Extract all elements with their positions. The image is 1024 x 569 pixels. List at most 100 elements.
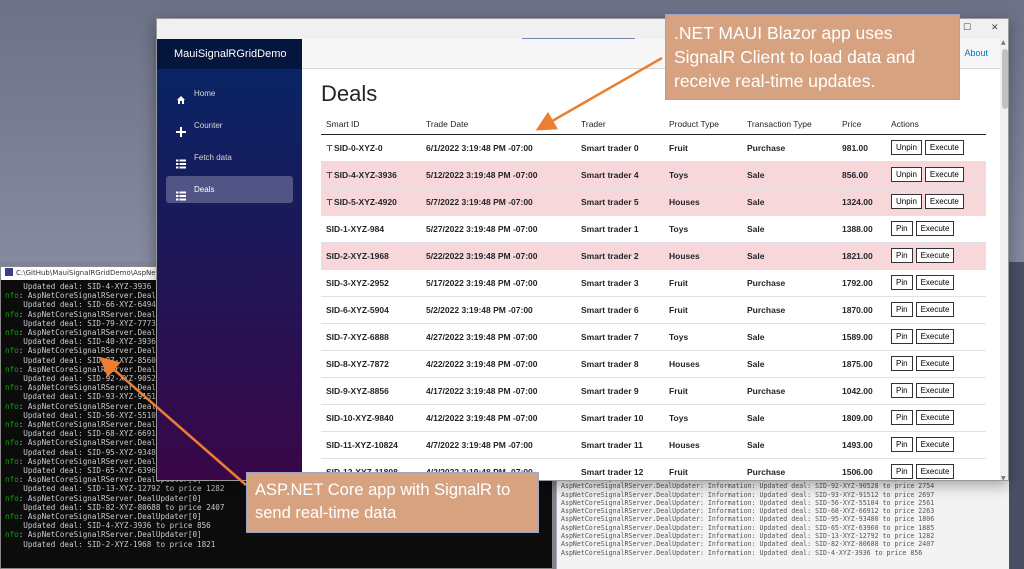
nav-item-counter[interactable]: Counter [166,112,293,139]
log-text: : AspNetCoreSignalRServer.DealUpdater[0] [18,530,202,540]
execute-button[interactable]: Execute [924,140,964,155]
cell-transaction-type: Purchase [742,133,837,161]
pin-button[interactable]: Pin [891,464,913,480]
execute-button[interactable]: Execute [915,302,955,317]
vertical-scrollbar[interactable]: ▲ ▼ [1000,39,1008,480]
cell-trader: Smart trader 2 [576,241,664,269]
execute-button[interactable]: Execute [915,329,955,344]
cell-price: 1324.00 [837,187,886,215]
log-text: : AspNetCoreSignalRServer.DealUpdater[0] [18,512,202,522]
nav-item-deals[interactable]: Deals [166,176,293,203]
column-header: Transaction Type [742,114,837,135]
cell-trader: Smart trader 10 [576,403,664,431]
nav-item-home[interactable]: Home [166,80,293,107]
execute-button[interactable]: Execute [915,383,955,398]
app-brand[interactable]: MauiSignalRGridDemo [157,39,302,69]
execute-button[interactable]: Execute [924,194,964,209]
table-row: SID-2-XYZ-1968 5/22/2022 3:19:48 PM -07:0… [321,241,986,269]
cell-price: 1821.00 [837,241,886,269]
column-header: Trader [576,114,664,135]
maximize-icon[interactable]: ☐ [963,22,971,34]
execute-button[interactable]: Execute [915,410,955,425]
scrollbar-thumb[interactable] [1002,49,1008,109]
pin-button[interactable]: Pin [891,437,913,452]
column-header: Smart ID [321,114,421,135]
table-row: SID-11-XYZ-10824 4/7/2022 3:19:48 PM -07:… [321,430,986,458]
cell-transaction-type: Sale [742,349,837,377]
log-text: : AspNetCoreSignalRServer.DealUpdater[0] [18,493,202,503]
log-level: nfo [5,438,19,448]
console-window-secondary[interactable]: AspNetCoreSignalRServer.DealUpdater: Inf… [556,474,1009,569]
scroll-down-icon[interactable]: ▼ [1001,475,1006,480]
table-row: SID-3-XYZ-2952 5/17/2022 3:19:48 PM -07:0… [321,268,986,296]
log-level: nfo [5,456,19,466]
pin-button[interactable]: Pin [891,410,913,425]
log-text: : AspNetCoreSignalRServer.DealU [18,383,161,393]
cell-transaction-type: Purchase [742,376,837,404]
log-text: Updated deal: SID-2-XYZ-1968 to price 18… [5,539,216,549]
cell-transaction-type: Purchase [742,295,837,323]
log-text: Updated deal: SID-95-XYZ-9348 [5,447,156,457]
cell-trade-date: 4/12/2022 3:19:48 PM -07:00 [421,403,576,431]
log-text: Updated deal: SID-13-XYZ-12792 to price … [5,484,225,494]
cell-smart-id: SID-3-XYZ-2952 [321,268,421,296]
cell-trader: Smart trader 1 [576,214,664,242]
log-level: nfo [5,364,19,374]
console-line: AspNetCoreSignalRServer.DealUpdater: Inf… [561,507,935,516]
cell-product-type: Houses [664,349,742,377]
list-icon [176,153,186,169]
cell-transaction-type: Sale [742,187,837,215]
cell-price: 981.00 [837,133,886,161]
cell-trade-date: 5/27/2022 3:19:48 PM -07:00 [421,214,576,242]
cell-actions: Pin Execute [886,295,986,323]
smart-id-text: SID-4-XYZ-3936 [333,169,397,180]
log-level: nfo [5,401,19,411]
cell-transaction-type: Sale [742,322,837,350]
execute-button[interactable]: Execute [915,248,955,263]
nav-item-fetch-data[interactable]: Fetch data [166,144,293,171]
pin-button[interactable]: Pin [891,275,913,290]
smart-id-text: SID-9-XYZ-8856 [326,385,389,396]
execute-button[interactable]: Execute [924,167,964,182]
log-text: Updated deal: SID-4-XYZ-3936 to price 85… [5,521,211,531]
scroll-up-icon[interactable]: ▲ [1001,39,1006,46]
console-line: AspNetCoreSignalRServer.DealUpdater: Inf… [561,498,935,507]
pin-button[interactable]: Pin [891,329,913,344]
nav-item-label: Home [194,89,216,98]
execute-button[interactable]: Execute [915,464,955,480]
cell-trader: Smart trader 5 [576,187,664,215]
execute-button[interactable]: Execute [915,437,955,452]
cell-price: 1792.00 [837,268,886,296]
table-row: SID-10-XYZ-9840 4/12/2022 3:19:48 PM -07:… [321,403,986,431]
cell-trade-date: 4/17/2022 3:19:48 PM -07:00 [421,376,576,404]
pin-button[interactable]: Pin [891,221,913,236]
pin-button[interactable]: Pin [891,383,913,398]
unpin-button[interactable]: Unpin [891,140,922,155]
pin-button[interactable]: Pin [891,356,913,371]
nav-item-label: Deals [194,185,215,194]
execute-button[interactable]: Execute [915,275,955,290]
close-icon[interactable]: ✕ [991,22,999,34]
nav-item-label: Fetch data [194,153,232,162]
cell-transaction-type: Sale [742,160,837,188]
smart-id-text: SID-7-XYZ-6888 [326,331,389,342]
nav-menu: Home Counter Fetch data Deals [157,69,302,203]
unpin-button[interactable]: Unpin [891,194,922,209]
cell-price: 1042.00 [837,376,886,404]
cell-trade-date: 4/27/2022 3:19:48 PM -07:00 [421,322,576,350]
cell-actions: Pin Execute [886,430,986,458]
console-line: AspNetCoreSignalRServer.DealUpdater: Inf… [561,532,935,541]
pin-icon: ⊤ [326,197,333,207]
about-link[interactable]: About [964,48,988,58]
execute-button[interactable]: Execute [915,356,955,371]
pin-button[interactable]: Pin [891,302,913,317]
pin-button[interactable]: Pin [891,248,913,263]
log-text: Updated deal: SID-93-XYZ-9151 [5,392,156,402]
log-text: Updated deal: SID-87-XYZ-8560 [5,355,156,365]
cell-trade-date: 6/1/2022 3:19:48 PM -07:00 [421,133,576,161]
cell-trade-date: 5/22/2022 3:19:48 PM -07:00 [421,241,576,269]
unpin-button[interactable]: Unpin [891,167,922,182]
cell-actions: Pin Execute [886,376,986,404]
execute-button[interactable]: Execute [915,221,955,236]
cell-price: 856.00 [837,160,886,188]
